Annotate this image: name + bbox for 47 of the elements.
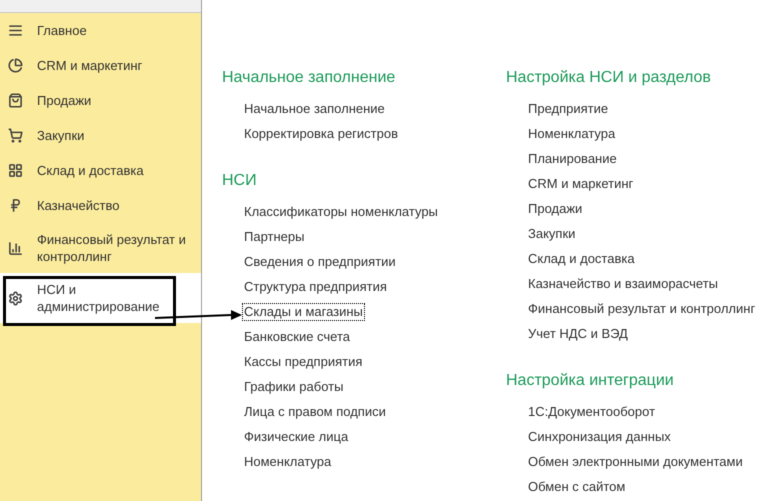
- sidebar-item[interactable]: Финансовый результат и контроллинг: [0, 223, 201, 273]
- sidebar-item[interactable]: Продажи: [0, 83, 201, 118]
- nav-link[interactable]: Партнеры: [242, 228, 306, 246]
- nav-link[interactable]: Графики работы: [242, 378, 346, 396]
- ruble-icon: [8, 198, 23, 213]
- nav-link[interactable]: CRM и маркетинг: [526, 174, 636, 192]
- sidebar-item[interactable]: Казначейство: [0, 188, 201, 223]
- nav-link[interactable]: Учет НДС и ВЭД: [526, 324, 630, 342]
- menu-icon: [8, 23, 23, 38]
- section-heading: Начальное заполнение: [222, 68, 396, 88]
- sidebar-item[interactable]: НСИ и администрирование: [0, 273, 201, 323]
- sidebar-item[interactable]: Склад и доставка: [0, 153, 201, 188]
- sidebar-item[interactable]: CRM и маркетинг: [0, 48, 201, 83]
- section-heading: Настройка интеграции: [506, 371, 675, 391]
- nav-link[interactable]: Структура предприятия: [242, 278, 389, 296]
- nav-link[interactable]: Склады и магазины: [242, 302, 365, 320]
- nav-link[interactable]: Планирование: [526, 150, 619, 168]
- nav-link[interactable]: Банковские счета: [242, 328, 352, 346]
- grid-icon: [8, 163, 23, 178]
- nav-link[interactable]: Предприятие: [526, 100, 610, 118]
- cart-icon: [8, 128, 23, 143]
- nav-link[interactable]: Обмен электронными документами: [526, 452, 745, 470]
- nav-link[interactable]: Физические лица: [242, 428, 350, 446]
- nav-link[interactable]: Номенклатура: [242, 452, 334, 470]
- sidebar-item[interactable]: Главное: [0, 13, 201, 48]
- nav-link[interactable]: Обмен с сайтом: [526, 478, 628, 496]
- nav-link[interactable]: Склад и доставка: [526, 250, 637, 268]
- nav-link[interactable]: Финансовый результат и контроллинг: [526, 300, 758, 318]
- nav-link[interactable]: Начальное заполнение: [242, 100, 387, 118]
- nav-link[interactable]: Номенклатура: [526, 124, 618, 142]
- nav-link[interactable]: Лица с правом подписи: [242, 402, 388, 420]
- nav-link[interactable]: Синхронизация данных: [526, 428, 673, 446]
- nav-link[interactable]: Классификаторы номенклатуры: [242, 202, 440, 220]
- nav-link[interactable]: Продажи: [526, 200, 584, 218]
- nav-link[interactable]: Сведения о предприятии: [242, 252, 398, 270]
- settings-icon: [8, 290, 23, 306]
- shopping-bag-icon: [8, 93, 23, 108]
- pie-chart-icon: [8, 58, 23, 73]
- bar-chart-icon: [8, 240, 23, 256]
- nav-link[interactable]: Корректировка регистров: [242, 124, 400, 142]
- section-heading: Настройка НСИ и разделов: [506, 68, 712, 88]
- nav-link[interactable]: Кассы предприятия: [242, 352, 364, 370]
- sidebar-item[interactable]: Закупки: [0, 118, 201, 153]
- nav-link[interactable]: Закупки: [526, 224, 578, 242]
- nav-link[interactable]: 1С:Документооборот: [526, 402, 658, 420]
- section-heading: НСИ: [222, 171, 258, 191]
- nav-link[interactable]: Казначейство и взаиморасчеты: [526, 274, 720, 292]
